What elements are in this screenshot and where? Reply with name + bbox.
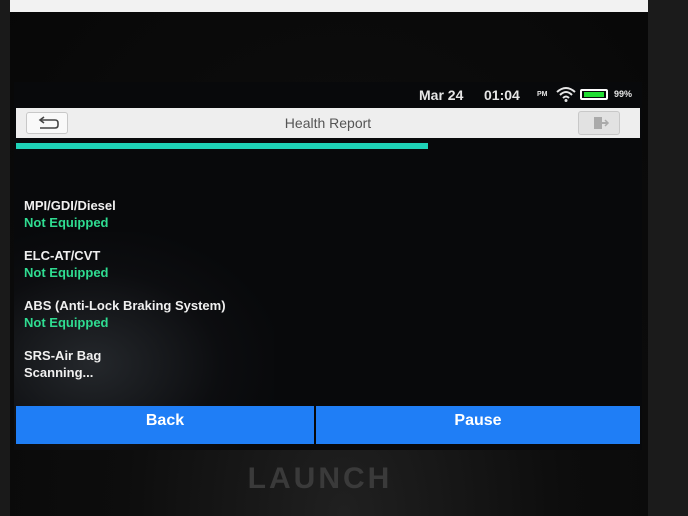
system-name: MPI/GDI/Diesel [24, 198, 116, 213]
system-name: ABS (Anti-Lock Braking System) [24, 298, 226, 313]
status-date: Mar 24 [419, 87, 464, 103]
scan-progress-bar [16, 138, 640, 154]
photo-background [0, 0, 688, 12]
bottom-button-bar: Back Pause [16, 406, 640, 444]
wifi-icon [556, 87, 576, 102]
list-item: ELC-AT/CVT Not Equipped [24, 248, 226, 282]
list-item: MPI/GDI/Diesel Not Equipped [24, 198, 226, 232]
list-item: SRS-Air Bag Scanning... [24, 348, 226, 382]
back-button[interactable]: Back [16, 406, 314, 444]
bezel-left-edge [0, 0, 10, 516]
scan-progress-fill [16, 143, 428, 149]
system-name: SRS-Air Bag [24, 348, 102, 363]
system-name: ELC-AT/CVT [24, 248, 101, 263]
system-status: Not Equipped [24, 265, 109, 280]
system-list: MPI/GDI/Diesel Not Equipped ELC-AT/CVT Not … [24, 198, 226, 398]
pause-button[interactable]: Pause [316, 406, 640, 444]
system-status: Not Equipped [24, 215, 109, 230]
exit-door-icon [594, 117, 610, 129]
header-bar: Health Report [16, 108, 640, 138]
device-brand-logo: LAUNCH [247, 462, 393, 495]
system-status: Scanning... [24, 365, 94, 380]
battery-percent: 99% [614, 89, 633, 99]
page-title: Health Report [284, 115, 372, 131]
list-item: ABS (Anti-Lock Braking System) Not Equipp… [24, 298, 226, 332]
status-ampm: PM [537, 91, 548, 98]
exit-button[interactable] [578, 111, 620, 135]
bezel-right-edge [648, 0, 688, 516]
battery-icon [580, 89, 608, 100]
system-status: Not Equipped [24, 315, 109, 330]
device-screen: Mar 24 01:04 PM 99% Health Report MPI/GD… [14, 82, 642, 450]
status-time: 01:04 [484, 87, 520, 103]
battery-level [584, 92, 604, 97]
status-bar: Mar 24 01:04 PM 99% [14, 82, 642, 108]
